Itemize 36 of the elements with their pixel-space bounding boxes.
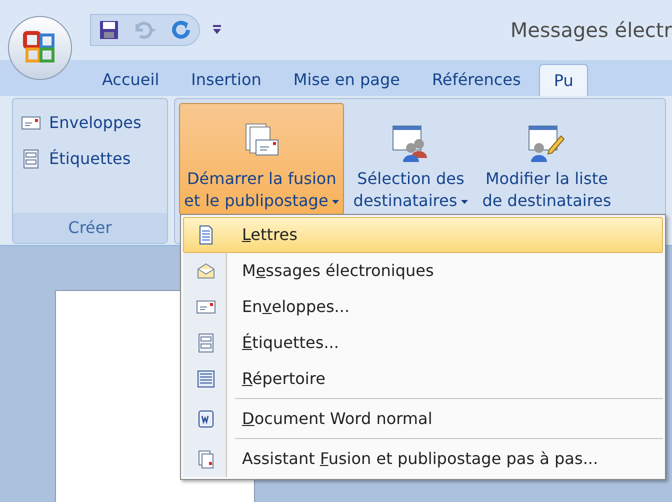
ribbon-tab[interactable]: Pu: [538, 64, 588, 96]
ribbon-tab[interactable]: Accueil: [88, 64, 174, 96]
label-sheet-icon: [196, 333, 216, 353]
menu-item[interactable]: Étiquettes...: [183, 325, 663, 361]
menu-item[interactable]: Enveloppes...: [183, 289, 663, 325]
menu-item-label: Assistant Fusion et publipostage pas à pas...: [242, 448, 598, 470]
button-label: Démarrer la fusion et le publipostage: [184, 168, 340, 212]
menu-item[interactable]: Répertoire: [183, 361, 663, 397]
menu-item[interactable]: Assistant Fusion et publipostage pas à pas...: [183, 441, 663, 477]
label-sheet-icon: [21, 149, 41, 169]
menu-item-label: Étiquettes...: [242, 332, 339, 354]
ribbon-button[interactable]: Étiquettes: [21, 143, 159, 175]
menu-item-label: Document Word normal: [242, 408, 432, 430]
menu-item-label: Répertoire: [242, 368, 326, 390]
menu-item-label: Enveloppes...: [242, 296, 350, 318]
ribbon-button[interactable]: Enveloppes: [21, 107, 159, 139]
menu-item[interactable]: Lettres: [183, 217, 663, 253]
button-label: Modifier la liste de destinataires: [482, 168, 612, 212]
menu-item-label: Messages électroniques: [242, 260, 434, 282]
redo-icon[interactable]: [169, 19, 191, 41]
menu-item-label: Lettres: [242, 224, 298, 246]
ribbon-tab[interactable]: Insertion: [177, 64, 276, 96]
ribbon-tab[interactable]: Références: [418, 64, 535, 96]
menu-item[interactable]: Document Word normal: [183, 401, 663, 437]
ribbon-tab[interactable]: Mise en page: [279, 64, 414, 96]
window-title: Messages électr: [510, 17, 672, 44]
button-label: Sélection des destinataires: [353, 168, 468, 212]
ribbon-large-button[interactable]: Démarrer la fusion et le publipostage: [179, 103, 344, 215]
customize-toolbar-icon[interactable]: [212, 24, 222, 36]
list-icon: [196, 369, 216, 389]
group-label: Créer: [13, 213, 167, 243]
office-logo-icon: [23, 31, 57, 65]
document-stack-icon: [196, 449, 216, 469]
save-icon[interactable]: [99, 20, 119, 40]
word-document-icon: [196, 409, 216, 429]
menu-item[interactable]: Messages électroniques: [183, 253, 663, 289]
